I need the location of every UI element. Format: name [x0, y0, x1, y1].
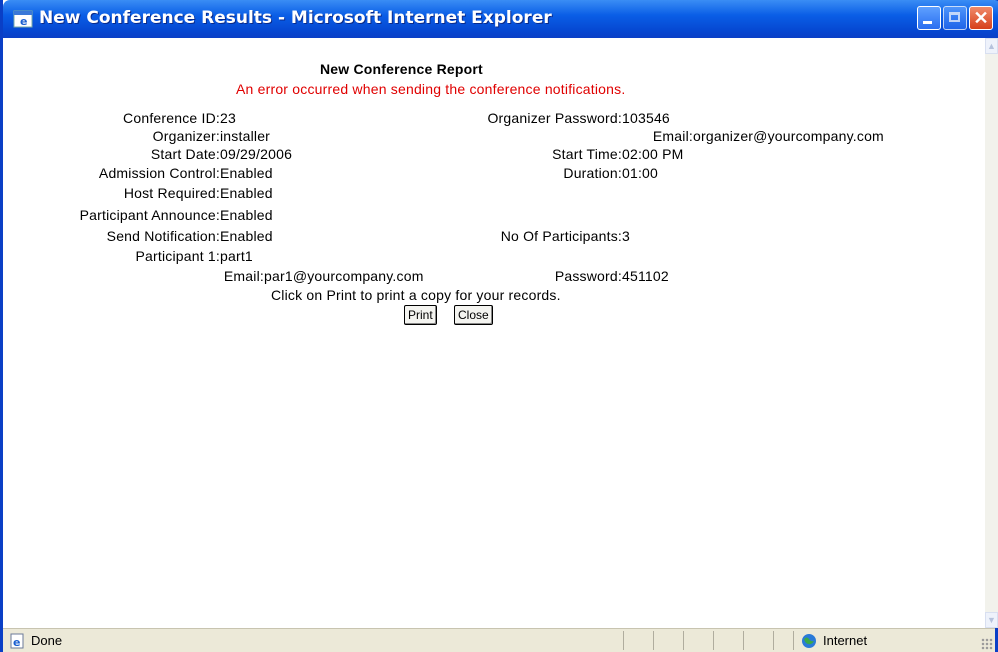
- status-text: Done: [31, 633, 63, 648]
- organizer-value: installer: [220, 128, 271, 144]
- status-divider: [683, 631, 684, 650]
- duration-value: 01:00: [622, 165, 659, 181]
- resize-grip[interactable]: [981, 638, 993, 650]
- status-divider: [743, 631, 744, 650]
- start-date-label: Start Date:: [150, 146, 220, 162]
- organizer-email-label: Email:: [652, 128, 693, 144]
- vertical-scrollbar[interactable]: ▲ ▼: [985, 38, 998, 628]
- svg-text:e: e: [20, 15, 27, 28]
- send-notification-label: Send Notification:: [106, 228, 220, 244]
- close-window-button[interactable]: ✕: [969, 6, 993, 30]
- browser-window: e New Conference Results - Microsoft Int…: [0, 0, 998, 652]
- send-notification-value: Enabled: [220, 228, 273, 244]
- status-divider: [623, 631, 624, 650]
- participant-announce-label: Participant Announce:: [79, 207, 220, 223]
- page-content: New Conference Report An error occurred …: [6, 38, 985, 628]
- num-participants-value: 3: [622, 228, 630, 244]
- window-title: New Conference Results - Microsoft Inter…: [39, 8, 552, 28]
- participant1-password-label: Password:: [554, 268, 622, 284]
- participant-announce-value: Enabled: [220, 207, 273, 223]
- host-required-label: Host Required:: [123, 185, 220, 201]
- globe-icon: [802, 634, 816, 648]
- num-participants-label: No Of Participants:: [500, 228, 622, 244]
- participant1-email-label: Email:: [223, 268, 264, 284]
- svg-text:e: e: [13, 636, 20, 649]
- security-zone: Internet: [823, 633, 868, 648]
- report-heading: New Conference Report: [320, 61, 483, 77]
- close-icon: ✕: [973, 8, 989, 28]
- minimize-button[interactable]: [917, 6, 941, 30]
- maximize-button[interactable]: [943, 6, 967, 30]
- host-required-value: Enabled: [220, 185, 273, 201]
- participant1-email-value: par1@yourcompany.com: [264, 268, 424, 284]
- participant1-password-value: 451102: [622, 268, 669, 284]
- print-button[interactable]: Print: [404, 305, 437, 325]
- status-divider: [713, 631, 714, 650]
- status-divider: [793, 631, 794, 650]
- error-message: An error occurred when sending the confe…: [236, 81, 626, 97]
- scroll-down-icon[interactable]: ▼: [985, 612, 998, 628]
- start-date-value: 09/29/2006: [220, 146, 293, 162]
- conference-id-label: Conference ID:: [123, 110, 220, 126]
- organizer-password-label: Organizer Password:: [487, 110, 622, 126]
- duration-label: Duration:: [563, 165, 622, 181]
- status-divider: [653, 631, 654, 650]
- conference-id-value: 23: [220, 110, 236, 126]
- ie-window-icon: e: [13, 10, 33, 28]
- scroll-up-icon[interactable]: ▲: [985, 38, 998, 54]
- print-hint: Click on Print to print a copy for your …: [271, 287, 561, 303]
- start-time-label: Start Time:: [552, 146, 622, 162]
- organizer-email-value: organizer@yourcompany.com: [693, 128, 884, 144]
- close-button[interactable]: Close: [454, 305, 493, 325]
- admission-control-label: Admission Control:: [98, 165, 220, 181]
- organizer-label: Organizer:: [152, 128, 220, 144]
- participant1-label: Participant 1:: [135, 248, 220, 264]
- participant1-value: part1: [220, 248, 253, 264]
- admission-control-value: Enabled: [220, 165, 273, 181]
- ie-page-icon: e: [10, 633, 24, 649]
- organizer-password-value: 103546: [622, 110, 670, 126]
- status-divider: [773, 631, 774, 650]
- title-bar[interactable]: e New Conference Results - Microsoft Int…: [3, 0, 998, 38]
- status-bar: e Done Internet: [3, 628, 995, 652]
- start-time-value: 02:00 PM: [622, 146, 684, 162]
